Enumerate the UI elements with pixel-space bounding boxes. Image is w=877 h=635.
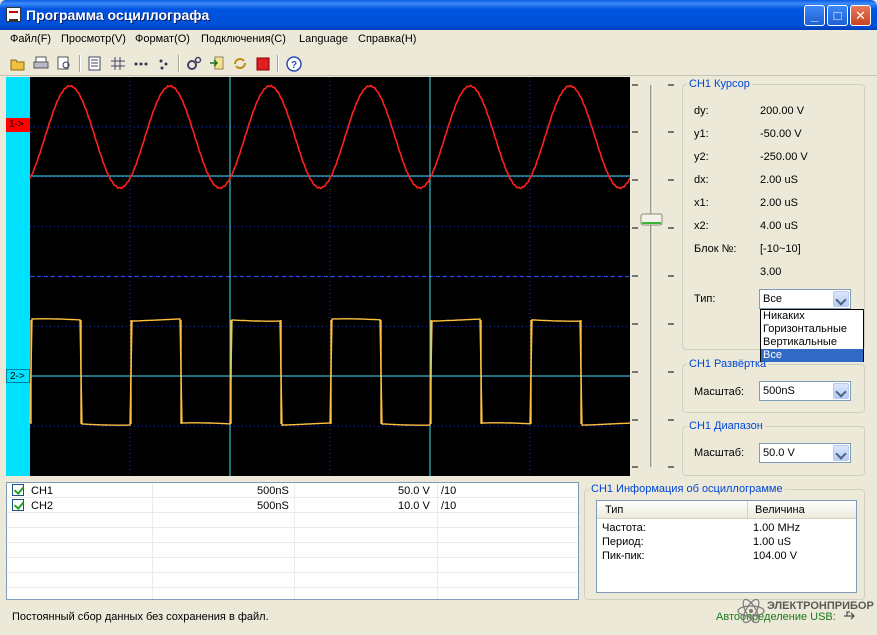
svg-text:?: ? xyxy=(291,60,297,71)
range-group-title: CH1 Диапазон xyxy=(689,420,763,432)
toolbar: ? xyxy=(0,51,877,76)
info-type: Период: xyxy=(602,536,644,548)
dropdown-option-vertical[interactable]: Вертикальные xyxy=(761,336,863,349)
import-icon[interactable] xyxy=(208,55,225,72)
menu-connections[interactable]: Подключения(C) xyxy=(201,33,286,45)
menu-view[interactable]: Просмотр(V) xyxy=(61,33,126,45)
ch2-checkbox[interactable] xyxy=(12,499,24,511)
chevron-down-icon[interactable] xyxy=(833,445,849,461)
table-row[interactable]: CH2 500nS 10.0 V /10 xyxy=(7,498,578,513)
range-scale-select[interactable]: 50.0 V xyxy=(759,443,851,463)
channel-table: CH1 500nS 50.0 V /10 CH2 500nS 10.0 V /1… xyxy=(6,482,579,600)
cursor-dy-label: dy: xyxy=(694,105,709,117)
close-button[interactable]: ✕ xyxy=(850,5,871,26)
print-preview-icon[interactable] xyxy=(55,55,72,72)
brand-logo: ЭЛЕКТРОНПРИБОР xyxy=(767,600,874,612)
waveform-info-table: Тип Величина Частота: 1.00 MHz Период: 1… xyxy=(596,500,857,593)
usb-status: Автоопределение USB: xyxy=(716,611,836,623)
refresh-icon[interactable] xyxy=(231,55,248,72)
vertical-slider[interactable] xyxy=(632,77,676,476)
channel-name: CH2 xyxy=(31,500,54,512)
usb-icon xyxy=(842,609,856,623)
channel-name: CH1 xyxy=(31,485,54,497)
channel-timebase: 500nS xyxy=(257,500,289,512)
range-scale-label: Масштаб: xyxy=(694,447,745,459)
cursor-dx-value: 2.00 uS xyxy=(760,174,798,186)
atom-logo-icon xyxy=(736,596,766,626)
info-type: Частота: xyxy=(602,522,646,534)
ch1-marker[interactable]: 1-> xyxy=(6,118,30,132)
cursor-x2-label: x2: xyxy=(694,220,709,232)
cursor-y1-label: y1: xyxy=(694,128,709,140)
cursor-type-label: Тип: xyxy=(694,293,716,305)
ch2-marker[interactable]: 2-> xyxy=(6,369,30,383)
channel-volts: 10.0 V xyxy=(398,500,430,512)
dots-horizontal-icon[interactable] xyxy=(132,55,149,72)
ch1-checkbox[interactable] xyxy=(12,484,24,496)
menu-bar: Файл(F) Просмотр(V) Формат(O) Подключени… xyxy=(0,30,877,50)
sweep-scale-label: Масштаб: xyxy=(694,386,745,398)
grid-icon[interactable] xyxy=(109,55,126,72)
maximize-button[interactable]: □ xyxy=(827,5,848,26)
menu-file[interactable]: Файл(F) xyxy=(10,33,51,45)
dropdown-option-none[interactable]: Никаких xyxy=(761,310,863,323)
range-scale-value: 50.0 V xyxy=(763,447,795,459)
info-value: 1.00 uS xyxy=(753,536,791,548)
cursor-block-value: 3.00 xyxy=(760,266,782,278)
waveform-info-title: CH1 Информация об осциллограмме xyxy=(591,483,783,495)
oscilloscope-display[interactable]: 1-> 2-> xyxy=(6,77,630,476)
stop-icon[interactable] xyxy=(254,55,271,72)
connect-icon[interactable] xyxy=(185,55,202,72)
channel-probe: /10 xyxy=(441,500,457,512)
sweep-scale-value: 500nS xyxy=(763,385,795,397)
chevron-down-icon[interactable] xyxy=(833,383,849,399)
cursor-dy-value: 200.00 V xyxy=(760,105,805,117)
cursor-x2-value: 4.00 uS xyxy=(760,220,798,232)
cursor-block-range: [-10~10] xyxy=(760,243,801,255)
cursor-y2-value: -250.00 V xyxy=(760,151,808,163)
menu-help[interactable]: Справка(H) xyxy=(358,33,416,45)
minimize-button[interactable]: _ xyxy=(804,5,825,26)
sweep-scale-select[interactable]: 500nS xyxy=(759,381,851,401)
cursor-x1-value: 2.00 uS xyxy=(760,197,798,209)
channel-probe: /10 xyxy=(441,485,457,497)
window-title: Программа осциллографа xyxy=(26,7,210,23)
open-icon[interactable] xyxy=(9,55,26,72)
help-icon[interactable]: ? xyxy=(285,55,302,72)
menu-language[interactable]: Language xyxy=(299,33,348,45)
cursor-group-title: CH1 Курсор xyxy=(689,78,750,90)
channel-volts: 50.0 V xyxy=(398,485,430,497)
table-row[interactable]: CH1 500nS 50.0 V /10 xyxy=(7,483,578,498)
app-icon xyxy=(6,7,21,22)
sweep-group-title: CH1 Развёртка xyxy=(689,358,767,370)
info-header-type[interactable]: Тип xyxy=(605,504,623,516)
cursor-block-label: Блок №: xyxy=(694,243,737,255)
cursor-dx-label: dx: xyxy=(694,174,709,186)
status-text: Постоянный сбор данных без сохранения в … xyxy=(12,611,269,623)
cursor-y1-value: -50.00 V xyxy=(760,128,802,140)
status-bar: Постоянный сбор данных без сохранения в … xyxy=(0,598,877,632)
channel-timebase: 500nS xyxy=(257,485,289,497)
marker-strip xyxy=(6,77,30,476)
menu-format[interactable]: Формат(O) xyxy=(135,33,190,45)
info-value: 1.00 MHz xyxy=(753,522,801,534)
info-table-header: Тип Величина xyxy=(597,501,856,519)
dropdown-option-horizontal[interactable]: Горизонтальные xyxy=(761,323,863,336)
cursor-type-dropdown: Никаких Горизонтальные Вертикальные Все xyxy=(760,309,864,362)
list-view-icon[interactable] xyxy=(86,55,103,72)
cursor-type-value: Все xyxy=(763,293,782,305)
info-value: 104.00 V xyxy=(753,550,798,562)
print-icon[interactable] xyxy=(32,55,49,72)
ch2-waveform xyxy=(29,318,630,426)
cursor-type-select[interactable]: Все xyxy=(759,289,851,309)
cursor-y2-label: y2: xyxy=(694,151,709,163)
oscilloscope-plot xyxy=(6,77,630,476)
info-header-value[interactable]: Величина xyxy=(755,504,805,516)
title-bar: Программа осциллографа _ □ ✕ xyxy=(0,0,877,30)
cursor-x1-label: x1: xyxy=(694,197,709,209)
info-type: Пик-пик: xyxy=(602,550,645,562)
dots-scatter-icon[interactable] xyxy=(155,55,172,72)
chevron-down-icon[interactable] xyxy=(833,291,849,307)
